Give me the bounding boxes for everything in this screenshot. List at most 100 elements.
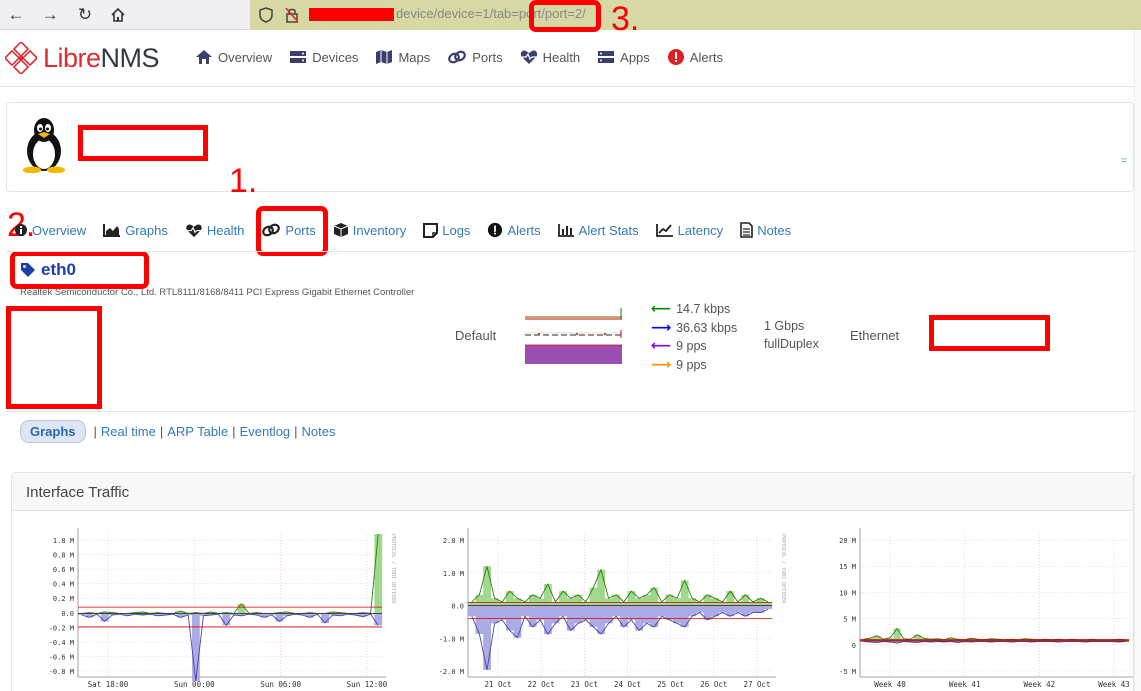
url-redaction: [309, 8, 394, 21]
series-bar: [627, 605, 636, 620]
series-bar: [589, 587, 598, 606]
series-bar: [642, 605, 651, 624]
series-bar: [536, 605, 545, 620]
series-bar: [222, 613, 231, 626]
home-icon: [111, 7, 125, 22]
y-tick-label: -0.2 M: [49, 624, 74, 632]
y-tick-label: -0.6 M: [49, 653, 74, 661]
traffic-graph-month[interactable]: 20 M 15 M 10 M 5 M 0 -5 M Week 40 Week 41 Week 4…: [815, 520, 1135, 691]
x-tick-label: Sun 12:00: [347, 680, 388, 689]
port-subnav: Graphs | Real time | ARP Table | Eventlo…: [20, 420, 336, 443]
tab-alerts[interactable]: Alerts: [487, 222, 541, 238]
reload-button[interactable]: ↻: [73, 3, 97, 27]
y-tick-label: 10 M: [839, 589, 856, 597]
tab-alert-stats[interactable]: Alert Stats: [557, 223, 639, 238]
y-tick-label: 0.4 M: [53, 581, 74, 589]
x-tick-label: Week 40: [874, 680, 906, 689]
back-button[interactable]: ←: [4, 3, 28, 27]
series-bar: [612, 605, 621, 617]
y-tick-label: 1.0 M: [443, 570, 464, 578]
series-bar: [589, 605, 598, 627]
tab-logs[interactable]: Logs: [423, 222, 470, 238]
main-menu: Overview Devices Maps Ports Health Apps …: [195, 48, 740, 66]
port-description: Realtek Semiconductor Co., Ltd. RTL8111/…: [20, 287, 415, 298]
y-tick-label: -0.8 M: [49, 668, 74, 676]
annotation-one: 1.: [229, 162, 258, 200]
nav-overview[interactable]: Overview: [195, 48, 272, 66]
tab-latency[interactable]: Latency: [655, 223, 723, 238]
top-navbar: LibreNMS Overview Devices Maps Ports Hea…: [0, 30, 1141, 87]
series-bar: [665, 605, 674, 620]
tab-health[interactable]: Health: [185, 223, 244, 238]
nav-ports[interactable]: Ports: [447, 48, 503, 66]
x-tick-label: 27 Oct: [743, 680, 770, 689]
x-tick-label: 26 Oct: [700, 680, 727, 689]
forward-button[interactable]: →: [38, 3, 62, 27]
traffic-graph-day[interactable]: 1.0 M 0.8 M 0.6 M 0.4 M 0.2 M 0.0 -0.2 M -0.4 M…: [30, 520, 402, 691]
device-tabs: Overview Graphs Health Ports Inventory L…: [14, 222, 808, 238]
y-tick-label: -5 M: [839, 668, 856, 676]
arrow-in-icon: ⟵: [651, 300, 672, 316]
port-mini-graph[interactable]: [525, 305, 622, 365]
file-text-icon: [740, 222, 753, 238]
subnav-graphs[interactable]: Graphs: [20, 420, 86, 443]
tab-inventory[interactable]: Inventory: [333, 222, 406, 238]
scrollbar[interactable]: [1134, 30, 1141, 691]
url-bar[interactable]: device/device=1/tab=port/port=2/: [250, 0, 1141, 30]
tab-graphs[interactable]: Graphs: [103, 223, 168, 238]
x-tick-label: 23 Oct: [571, 680, 598, 689]
nav-devices[interactable]: Devices: [289, 48, 358, 66]
tab-overview[interactable]: Overview: [14, 223, 86, 238]
annotation-three: 3.: [611, 0, 640, 38]
subnav-arp-table[interactable]: ARP Table: [167, 424, 228, 439]
plot-area: [860, 534, 1129, 677]
series-bar: [475, 594, 484, 606]
subnav-notes[interactable]: Notes: [302, 424, 336, 439]
series-bar: [275, 613, 284, 622]
arrow-left-icon: ←: [7, 5, 25, 24]
tab-ports[interactable]: Ports: [261, 222, 316, 238]
hostname-redaction: [78, 125, 208, 161]
x-tick-label: 25 Oct: [657, 680, 684, 689]
y-tick-label: -1.0 M: [439, 635, 464, 643]
insecure-lock-icon: [282, 5, 302, 25]
port-speed: 1 Gbps: [764, 319, 805, 333]
subnav-realtime[interactable]: Real time: [101, 424, 156, 439]
nav-apps[interactable]: Apps: [597, 48, 650, 66]
traffic-graph-week[interactable]: 2.0 M 1.0 M 0.0 -1.0 M -2.0 M 21 Oct 22 Oct 23 …: [420, 520, 792, 691]
y-tick-label: 2.0 M: [443, 537, 464, 545]
port-name[interactable]: eth0: [20, 260, 76, 280]
subnav-eventlog[interactable]: Eventlog: [240, 424, 291, 439]
device-header: =: [6, 102, 1134, 192]
series-bar: [696, 605, 704, 613]
y-tick-label: -2.0 M: [439, 668, 464, 676]
librenms-logo[interactable]: LibreNMS: [5, 42, 175, 74]
y-tick-label: 0.6 M: [53, 566, 74, 574]
y-tick-label: 0.8 M: [53, 552, 74, 560]
alert-circle-icon: [667, 49, 684, 65]
out-rate: ⟶ 36.63 kbps: [651, 319, 738, 335]
series-bar: [468, 605, 476, 617]
arrow-in-pps-icon: ⟵: [651, 337, 672, 353]
series-bar: [237, 603, 246, 614]
nav-health[interactable]: Health: [520, 48, 580, 66]
link-icon: [448, 50, 467, 64]
tab-notes[interactable]: Notes: [740, 222, 791, 238]
nav-maps[interactable]: Maps: [375, 48, 430, 66]
nav-alerts[interactable]: Alerts: [667, 48, 723, 66]
series-bar: [490, 605, 499, 624]
line-chart-icon: [655, 224, 673, 237]
linux-tux-icon: [23, 118, 65, 173]
shield-icon: [256, 5, 276, 25]
series-bar: [604, 598, 613, 606]
port-divider: [6, 411, 1134, 412]
bar-chart-icon: [557, 224, 574, 237]
rrd-credit-label: PROTOCOL / TOBI OETIKER: [390, 534, 396, 604]
series-bar: [374, 613, 383, 626]
heartbeat-icon: [520, 50, 537, 64]
home-button[interactable]: [106, 3, 130, 27]
y-tick-label: 0: [852, 642, 856, 650]
server-icon: [290, 51, 307, 63]
series-bar: [475, 605, 484, 635]
cube-icon: [333, 223, 348, 237]
